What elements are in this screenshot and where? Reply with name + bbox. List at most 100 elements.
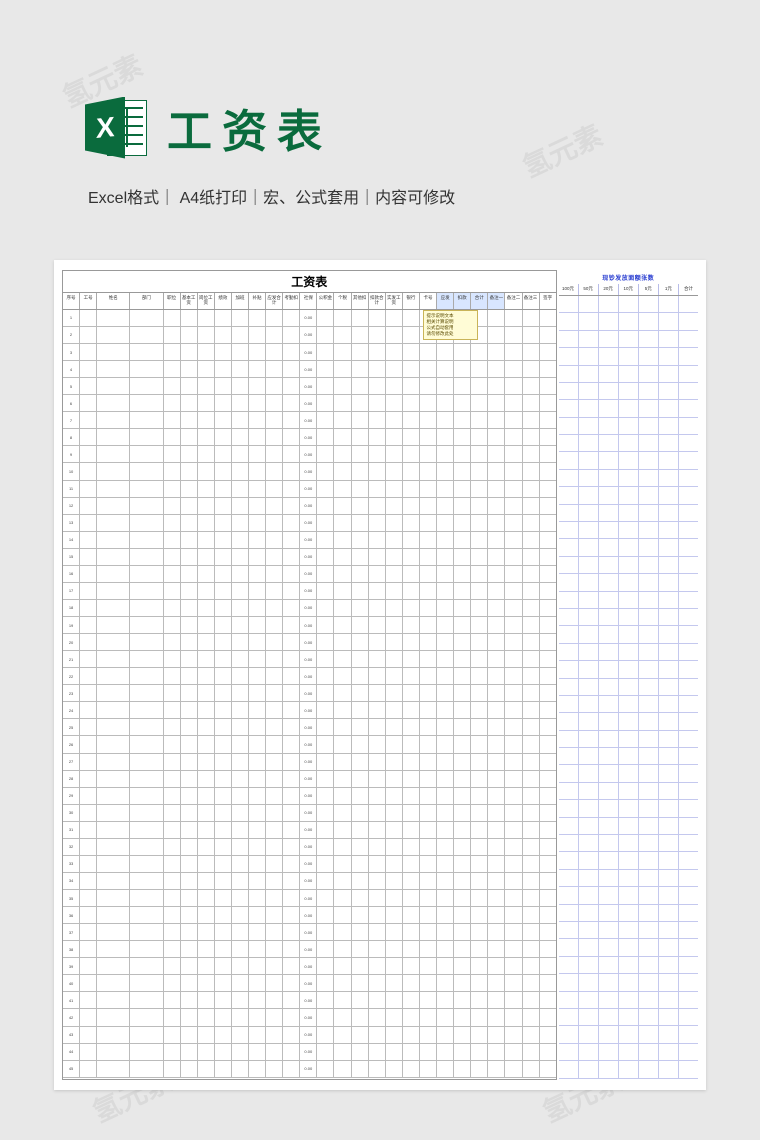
table-cell	[198, 532, 215, 548]
table-cell	[679, 783, 698, 799]
table-cell	[130, 463, 163, 479]
table-cell	[471, 668, 488, 684]
table-cell	[249, 549, 266, 565]
table-cell	[420, 924, 437, 940]
table-cell	[97, 327, 130, 343]
table-cell	[579, 922, 599, 938]
table-cell	[266, 805, 283, 821]
table-row	[559, 1061, 698, 1078]
table-cell	[437, 873, 454, 889]
table-cell	[266, 719, 283, 735]
table-cell	[559, 696, 579, 712]
table-cell	[471, 617, 488, 633]
table-cell	[334, 446, 351, 462]
table-cell	[80, 532, 97, 548]
table-cell: 0.00	[300, 412, 317, 428]
table-cell	[579, 313, 599, 329]
table-cell	[579, 1061, 599, 1077]
table-cell	[403, 617, 420, 633]
table-cell	[80, 805, 97, 821]
table-cell	[437, 719, 454, 735]
table-cell	[198, 788, 215, 804]
table-row: 290.00	[63, 788, 556, 805]
table-cell	[283, 600, 300, 616]
table-cell	[198, 515, 215, 531]
table-cell	[317, 600, 334, 616]
table-cell	[437, 702, 454, 718]
table-cell	[386, 463, 403, 479]
table-cell: 0.00	[300, 361, 317, 377]
table-row: 200.00	[63, 634, 556, 651]
table-cell	[579, 487, 599, 503]
table-cell: 34	[63, 873, 80, 889]
table-cell	[488, 958, 505, 974]
main-table-title: 工资表	[63, 271, 556, 293]
table-cell	[232, 463, 249, 479]
table-cell	[97, 805, 130, 821]
table-cell	[215, 1044, 232, 1060]
table-cell	[80, 788, 97, 804]
table-cell	[386, 344, 403, 360]
table-cell	[249, 463, 266, 479]
table-cell	[283, 617, 300, 633]
table-cell	[420, 378, 437, 394]
table-row	[559, 435, 698, 452]
table-cell	[266, 481, 283, 497]
table-cell	[283, 412, 300, 428]
table-cell	[181, 651, 198, 667]
table-cell	[164, 1044, 181, 1060]
table-cell	[164, 788, 181, 804]
table-cell	[97, 873, 130, 889]
table-cell	[659, 487, 679, 503]
table-cell	[215, 310, 232, 326]
table-cell	[181, 361, 198, 377]
table-cell	[437, 907, 454, 923]
table-cell	[369, 856, 386, 872]
table-cell	[249, 361, 266, 377]
table-cell	[232, 549, 249, 565]
main-table-body: 提示说明文本相关计算说明公式自动套用请勿修改此处 10.0020.0030.00…	[63, 310, 556, 1079]
table-cell	[97, 600, 130, 616]
table-cell	[232, 515, 249, 531]
main-col-header: 职位	[164, 293, 181, 309]
table-cell	[80, 481, 97, 497]
table-cell	[540, 1061, 556, 1077]
table-cell	[505, 617, 522, 633]
table-cell	[488, 754, 505, 770]
table-cell: 10	[63, 463, 80, 479]
table-cell	[283, 668, 300, 684]
table-cell	[317, 617, 334, 633]
table-cell	[232, 651, 249, 667]
table-cell	[403, 736, 420, 752]
table-cell	[97, 446, 130, 462]
table-cell	[559, 435, 579, 451]
table-cell	[488, 771, 505, 787]
side-col-header: 50元	[579, 284, 599, 295]
table-cell	[579, 592, 599, 608]
table-cell	[659, 1061, 679, 1077]
table-cell	[164, 361, 181, 377]
table-cell	[559, 539, 579, 555]
table-cell	[559, 922, 579, 938]
table-cell	[334, 1044, 351, 1060]
table-cell	[420, 395, 437, 411]
table-cell	[599, 713, 619, 729]
table-cell	[352, 446, 369, 462]
table-cell	[540, 856, 556, 872]
table-cell	[215, 719, 232, 735]
table-cell	[599, 574, 619, 590]
side-cash-table: 现钞发放面额张数 100元50元20元10元5元1元合计	[559, 270, 698, 1080]
table-cell	[471, 463, 488, 479]
table-cell	[437, 839, 454, 855]
table-cell	[420, 805, 437, 821]
table-cell	[369, 1027, 386, 1043]
table-cell	[488, 873, 505, 889]
table-cell	[352, 771, 369, 787]
table-cell	[679, 331, 698, 347]
table-cell	[249, 634, 266, 650]
table-cell	[505, 446, 522, 462]
table-cell: 0.00	[300, 839, 317, 855]
table-cell	[679, 818, 698, 834]
table-cell	[639, 852, 659, 868]
table-cell	[283, 463, 300, 479]
